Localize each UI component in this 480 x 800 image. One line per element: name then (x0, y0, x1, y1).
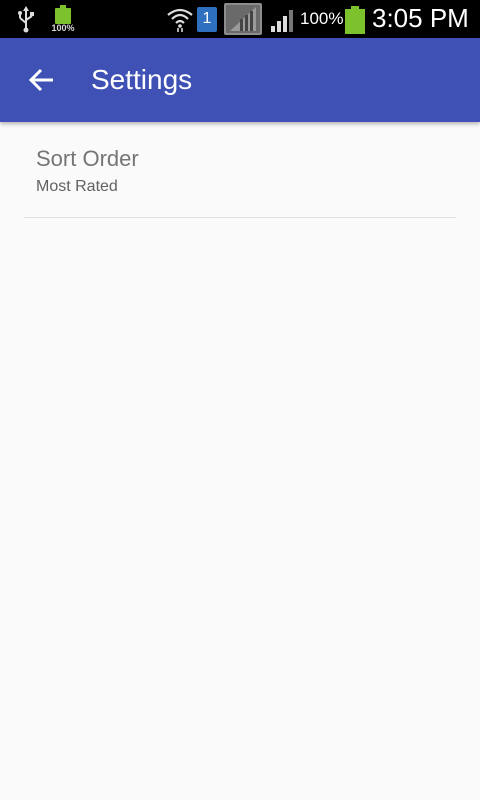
sort-order-preference[interactable]: Sort Order Most Rated (24, 122, 456, 218)
status-bar: 100% 1 100% 3:05 PM (0, 0, 480, 38)
battery-icon (345, 6, 365, 34)
battery-notification-text: 100% (51, 23, 75, 33)
preference-title: Sort Order (36, 146, 139, 171)
preference-summary: Most Rated (36, 178, 118, 195)
signal-icon (271, 10, 293, 32)
back-button[interactable] (20, 58, 64, 102)
arrow-back-icon (28, 68, 53, 92)
battery-percent: 100% (300, 9, 344, 28)
wifi-icon (167, 8, 193, 32)
usb-icon (18, 6, 34, 33)
no-signal-icon (224, 3, 262, 35)
app-bar: Settings (0, 38, 480, 122)
sim-icon: 1 (197, 7, 217, 32)
status-clock: 3:05 PM (372, 3, 469, 33)
page-title: Settings (91, 64, 193, 95)
charging-battery-icon: 100% (50, 4, 76, 34)
